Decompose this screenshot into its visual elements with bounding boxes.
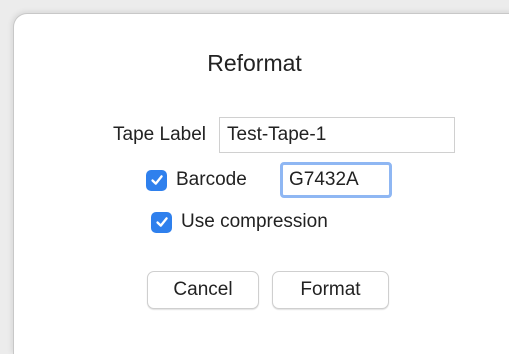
compression-label: Use compression bbox=[181, 211, 328, 232]
barcode-checkbox[interactable] bbox=[146, 169, 167, 191]
cancel-button[interactable]: Cancel bbox=[147, 271, 259, 309]
tape-label-field[interactable]: Test-Tape-1 bbox=[219, 117, 455, 153]
tape-label-label: Tape Label bbox=[113, 124, 206, 145]
barcode-field[interactable]: G7432A bbox=[280, 162, 392, 198]
dialog-title: Reformat bbox=[207, 50, 302, 76]
checkmark-icon bbox=[150, 175, 163, 185]
checkmark-icon bbox=[155, 217, 168, 227]
format-button[interactable]: Format bbox=[272, 271, 389, 309]
barcode-label: Barcode bbox=[176, 169, 247, 190]
compression-checkbox-row[interactable]: Use compression bbox=[151, 211, 328, 233]
compression-checkbox[interactable] bbox=[151, 211, 172, 233]
barcode-checkbox-row[interactable]: Barcode bbox=[146, 169, 247, 191]
